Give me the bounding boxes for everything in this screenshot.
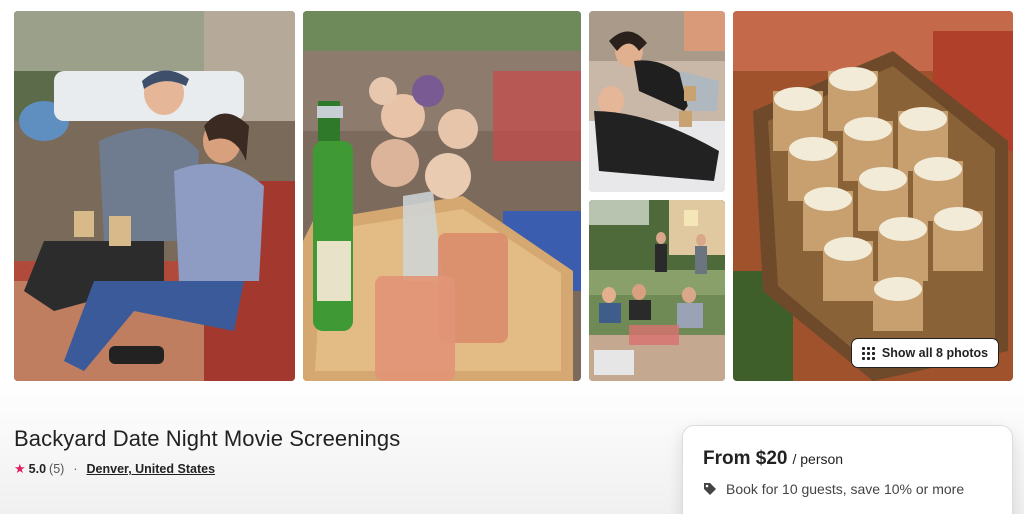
grid-icon xyxy=(861,346,875,360)
group-discount: Book for 10 guests, save 10% or more xyxy=(703,481,992,497)
group-discount-text: Book for 10 guests, save 10% or more xyxy=(726,481,965,497)
meta-separator: · xyxy=(73,462,78,476)
show-all-photos-label: Show all 8 photos xyxy=(881,346,989,360)
show-all-photos-button[interactable]: Show all 8 photos xyxy=(851,338,999,368)
listing-title: Backyard Date Night Movie Screenings xyxy=(14,426,401,451)
rating-value: 5.0 xyxy=(28,462,47,476)
price-line: From $20 / person xyxy=(703,448,992,470)
couple-eating-popcorn-photo[interactable] xyxy=(14,11,295,381)
tag-icon xyxy=(703,482,717,496)
drinks-and-roses-tray-photo[interactable] xyxy=(303,11,581,381)
couple-lounging-photo[interactable] xyxy=(589,11,725,192)
backyard-guests-photo[interactable] xyxy=(589,200,725,381)
popcorn-basket-photo[interactable] xyxy=(733,11,1013,381)
price-unit: / person xyxy=(792,451,844,467)
location-link[interactable]: Denver, United States xyxy=(87,462,216,476)
photo-gallery: Show all 8 photos xyxy=(0,0,1024,392)
review-count[interactable]: (5) xyxy=(49,462,64,476)
price-card: From $20 / person Book for 10 guests, sa… xyxy=(682,425,1013,514)
listing-meta: ★ 5.0 (5) · Denver, United States xyxy=(14,461,215,477)
star-icon: ★ xyxy=(14,461,26,476)
price-value: From $20 xyxy=(703,448,788,469)
